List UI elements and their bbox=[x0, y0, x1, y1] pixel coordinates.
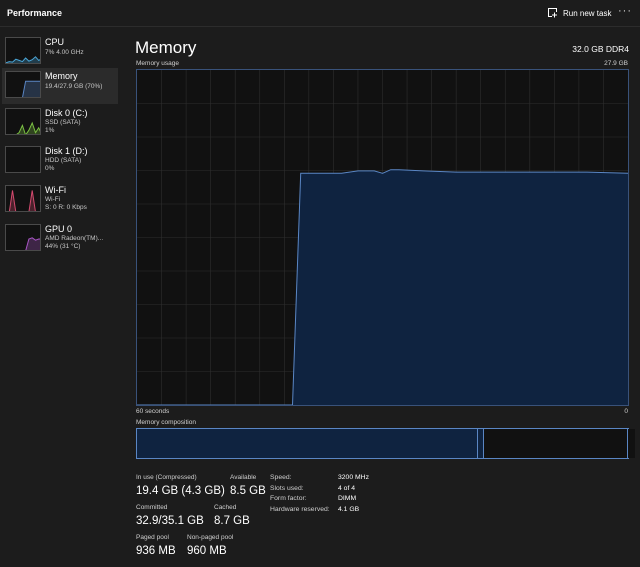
memory-panel: Memory 32.0 GB DDR4 Memory usage 27.9 GB… bbox=[120, 28, 640, 567]
spec-key: Hardware reserved: bbox=[270, 505, 330, 513]
spec-value: 3200 MHz bbox=[338, 474, 369, 481]
sidebar-item-title: CPU bbox=[45, 37, 65, 47]
run-new-task-label: Run new task bbox=[563, 8, 612, 18]
disk1-sparkline bbox=[5, 146, 41, 173]
composition-standby bbox=[483, 429, 628, 458]
committed-value: 32.9/35.1 GB bbox=[136, 515, 204, 527]
cached-value: 8.7 GB bbox=[214, 515, 250, 527]
cached-label: Cached bbox=[214, 504, 237, 511]
hardware-specs: Speed: 3200 MHz Slots used: 4 of 4 Form fa… bbox=[270, 474, 369, 516]
memory-usage-chart bbox=[136, 69, 629, 406]
non-paged-pool-stat: Non-paged pool 960 MB bbox=[187, 534, 233, 557]
paged-pool-value: 936 MB bbox=[136, 545, 176, 557]
committed-stat: Committed 32.9/35.1 GB bbox=[136, 504, 204, 527]
sidebar-item-title: Disk 1 (D:) bbox=[45, 146, 88, 156]
sidebar-item-detail: Wi-Fi bbox=[45, 196, 61, 203]
x-axis-right-label: 0 bbox=[624, 408, 628, 415]
available-label: Available bbox=[230, 474, 257, 481]
sidebar-item-detail: HDD (SATA) bbox=[45, 157, 82, 164]
non-paged-pool-value: 960 MB bbox=[187, 545, 227, 557]
spec-row: Slots used: 4 of 4 bbox=[270, 485, 369, 496]
sidebar-item-detail: 19.4/27.9 GB (70%) bbox=[45, 83, 103, 90]
sidebar-item-detail: S: 0 R: 0 Kbps bbox=[45, 204, 87, 211]
available-stat: Available 8.5 GB bbox=[230, 474, 266, 497]
spec-row: Hardware reserved: 4.1 GB bbox=[270, 506, 369, 517]
committed-label: Committed bbox=[136, 504, 168, 511]
spec-key: Slots used: bbox=[270, 484, 304, 492]
gpu0-sparkline bbox=[5, 224, 41, 251]
sidebar-item-title: Disk 0 (C:) bbox=[45, 108, 88, 118]
memory-usage-label: Memory usage bbox=[136, 60, 179, 67]
run-task-icon bbox=[548, 8, 558, 18]
memory-usage-graph bbox=[137, 70, 629, 406]
spec-row: Form factor: DIMM bbox=[270, 495, 369, 506]
sidebar-item-detail: AMD Radeon(TM)... bbox=[45, 235, 104, 242]
in-use-label: In use (Compressed) bbox=[136, 474, 197, 481]
sidebar-item-gpu0[interactable]: GPU 0 AMD Radeon(TM)... 44% (31 °C) bbox=[2, 221, 118, 257]
memory-composition-label: Memory composition bbox=[136, 419, 196, 426]
sidebar-item-detail: 7% 4.00 GHz bbox=[45, 49, 84, 56]
sidebar-item-detail: SSD (SATA) bbox=[45, 119, 81, 126]
in-use-stat: In use (Compressed) 19.4 GB (4.3 GB) bbox=[136, 474, 225, 497]
cached-stat: Cached 8.7 GB bbox=[214, 504, 250, 527]
sidebar: CPU 7% 4.00 GHz Memory 19.4/27.9 GB (70%… bbox=[0, 28, 120, 567]
sidebar-item-title: Memory bbox=[45, 71, 78, 81]
sidebar-item-disk1[interactable]: Disk 1 (D:) HDD (SATA) 0% bbox=[2, 143, 118, 179]
paged-pool-stat: Paged pool 936 MB bbox=[136, 534, 176, 557]
sidebar-item-disk0[interactable]: Disk 0 (C:) SSD (SATA) 1% bbox=[2, 105, 118, 141]
memory-sparkline bbox=[5, 71, 41, 98]
spec-value: DIMM bbox=[338, 495, 357, 502]
sidebar-item-detail: 0% bbox=[45, 165, 55, 172]
sidebar-item-detail: 44% (31 °C) bbox=[45, 243, 81, 250]
app-title: Performance bbox=[7, 8, 63, 18]
paged-pool-label: Paged pool bbox=[136, 534, 169, 541]
run-new-task-button[interactable]: Run new task bbox=[548, 6, 611, 20]
in-use-value: 19.4 GB (4.3 GB) bbox=[136, 485, 225, 497]
non-paged-pool-label: Non-paged pool bbox=[187, 534, 234, 541]
spec-key: Speed: bbox=[270, 474, 292, 481]
available-value: 8.5 GB bbox=[230, 485, 266, 497]
x-axis-left-label: 60 seconds bbox=[136, 408, 170, 415]
title-bar: Performance Run new task ··· bbox=[0, 0, 640, 27]
sidebar-item-title: GPU 0 bbox=[45, 224, 73, 234]
spec-key: Form factor: bbox=[270, 495, 307, 502]
spec-value: 4.1 GB bbox=[338, 505, 360, 513]
cpu-sparkline bbox=[5, 37, 41, 64]
page-title: Memory bbox=[135, 38, 197, 57]
disk0-sparkline bbox=[5, 108, 41, 135]
sidebar-item-title: Wi-Fi bbox=[45, 185, 66, 195]
spec-row: Speed: 3200 MHz bbox=[270, 474, 369, 485]
memory-composition-bar[interactable] bbox=[136, 428, 635, 459]
sidebar-item-wifi[interactable]: Wi-Fi Wi-Fi S: 0 R: 0 Kbps bbox=[2, 182, 118, 218]
sidebar-item-cpu[interactable]: CPU 7% 4.00 GHz bbox=[2, 34, 118, 70]
memory-usage-max: 27.9 GB bbox=[604, 60, 628, 67]
composition-in-use bbox=[137, 429, 479, 458]
sidebar-item-detail: 1% bbox=[45, 127, 55, 134]
composition-free bbox=[628, 429, 635, 458]
wifi-sparkline bbox=[5, 185, 41, 212]
sidebar-item-memory[interactable]: Memory 19.4/27.9 GB (70%) bbox=[2, 68, 118, 104]
more-options-icon[interactable]: ··· bbox=[618, 5, 632, 17]
memory-total-spec: 32.0 GB DDR4 bbox=[572, 44, 629, 54]
spec-value: 4 of 4 bbox=[338, 484, 356, 492]
